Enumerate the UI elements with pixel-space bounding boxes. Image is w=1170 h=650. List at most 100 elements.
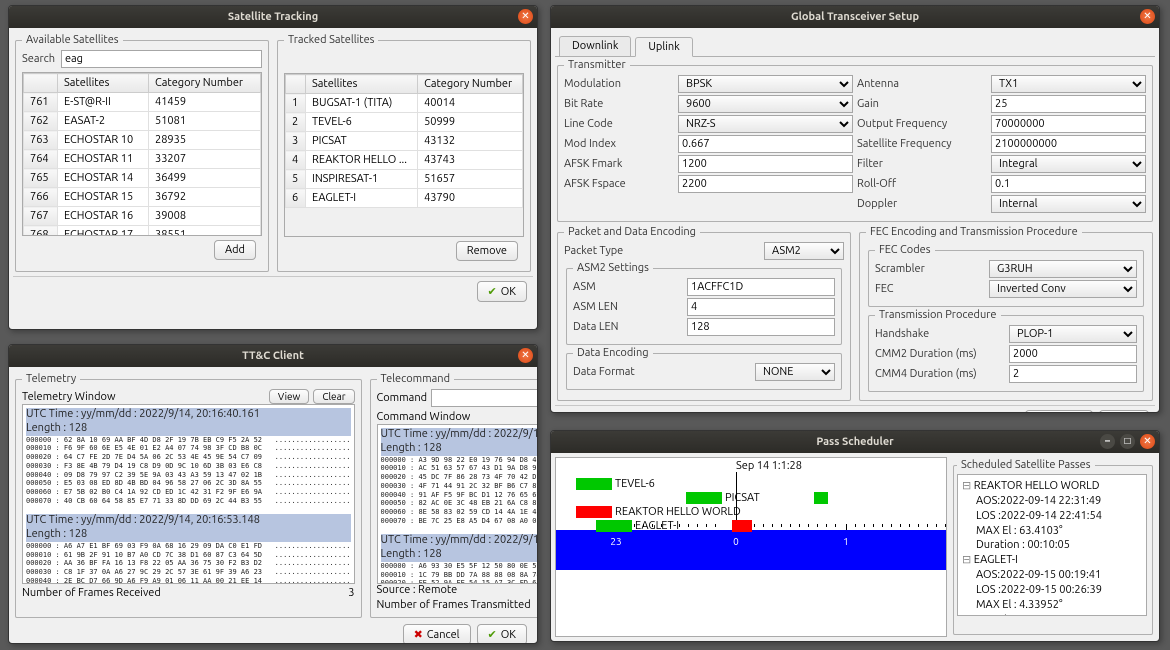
col-category[interactable]: Category Number xyxy=(149,74,261,93)
table-row[interactable]: 761E-ST@R-II41459 xyxy=(24,93,261,112)
gain-input[interactable] xyxy=(991,95,1146,113)
pass-scheduler-window: Pass Scheduler – □ ✕ Sep 14 1:1:28 23012… xyxy=(550,430,1160,642)
table-row[interactable]: 5INSPIRESAT-151657 xyxy=(286,170,523,189)
packettype-select[interactable]: ASM2 xyxy=(764,242,844,260)
table-row[interactable]: 3PICSAT43132 xyxy=(286,132,523,151)
table-row[interactable]: 767ECHOSTAR 1639008 xyxy=(24,207,261,226)
tracked-table[interactable]: Satellites Category Number 1BUGSAT-1 (TI… xyxy=(285,74,523,208)
bitrate-label: Bit Rate xyxy=(564,98,674,110)
transmitter-legend: Transmitter xyxy=(564,59,630,71)
remove-button[interactable]: Remove xyxy=(456,241,518,261)
maximize-icon[interactable]: □ xyxy=(1120,434,1135,449)
doppler-select[interactable]: Internal xyxy=(991,195,1146,213)
close-icon[interactable]: ✕ xyxy=(1140,434,1155,449)
table-row[interactable]: 2TEVEL-650999 xyxy=(286,113,523,132)
search-input[interactable] xyxy=(61,50,262,68)
table-row[interactable]: 763ECHOSTAR 1028935 xyxy=(24,131,261,150)
antenna-label: Antenna xyxy=(857,78,987,90)
filter-select[interactable]: Integral xyxy=(991,155,1146,173)
tree-node[interactable]: EAGLET-IAOS:2022-09-15 00:19:41LOS :2022… xyxy=(962,553,1142,616)
tabs: Downlink Uplink xyxy=(555,32,1155,57)
command-window-label: Command Window xyxy=(377,411,538,423)
add-button[interactable]: Add xyxy=(214,240,256,260)
table-row[interactable]: 1BUGSAT-1 (TITA)40014 xyxy=(286,94,523,113)
telemetry-clear-button[interactable]: Clear xyxy=(313,389,354,404)
table-row[interactable]: 764ECHOSTAR 1133207 xyxy=(24,150,261,169)
telemetry-group: Telemetry Telemetry Window View Clear UT… xyxy=(15,373,362,618)
telemetry-hex-view[interactable]: UTC Time : yy/mm/dd : 2022/9/14, 20:16:4… xyxy=(22,404,355,584)
cmm4-input[interactable] xyxy=(1009,365,1137,383)
close-icon[interactable]: ✕ xyxy=(1140,9,1155,24)
tree-node[interactable]: REAKTOR HELLO WORLDAOS:2022-09-14 22:31:… xyxy=(962,479,1142,553)
antenna-select[interactable]: TX1 xyxy=(991,75,1146,93)
bitrate-select[interactable]: 9600 xyxy=(678,95,853,113)
asmlen-input[interactable] xyxy=(687,298,835,316)
pass-tree[interactable]: REAKTOR HELLO WORLDAOS:2022-09-14 22:31:… xyxy=(957,474,1147,616)
transceiver-setup-window: Global Transceiver Setup ✕ Downlink Upli… xyxy=(550,5,1160,413)
packettype-label: Packet Type xyxy=(564,245,760,257)
tx-procedure-group: Transmission Procedure HandshakePLOP-1 C… xyxy=(868,309,1144,392)
fmark-input[interactable] xyxy=(678,155,853,173)
table-row[interactable]: 6EAGLET-I43790 xyxy=(286,189,523,208)
dataformat-select[interactable]: NONE xyxy=(755,363,835,381)
linecode-select[interactable]: NRZ-S xyxy=(678,115,853,133)
col-satellites[interactable]: Satellites xyxy=(306,75,418,94)
telemetry-legend: Telemetry xyxy=(22,373,80,385)
timeline-block[interactable]: TEVEL-6 xyxy=(576,478,612,490)
close-icon[interactable]: ✕ xyxy=(518,9,533,24)
ok-button[interactable]: OK xyxy=(477,624,527,644)
tree-leaf: AOS:2022-09-14 22:31:49 xyxy=(976,494,1142,509)
timeline-block[interactable]: PICSAT xyxy=(686,492,722,504)
satfreq-input[interactable] xyxy=(991,135,1146,153)
close-icon[interactable]: ✕ xyxy=(518,348,533,363)
modindex-input[interactable] xyxy=(678,135,853,153)
table-row[interactable]: 762EASAT-251081 xyxy=(24,112,261,131)
col-satellites[interactable]: Satellites xyxy=(58,74,149,93)
scrambler-select[interactable]: G3RUH xyxy=(989,260,1137,278)
timeline-date-label: Sep 14 1:1:28 xyxy=(736,460,802,472)
table-row[interactable]: 766ECHOSTAR 1536792 xyxy=(24,188,261,207)
titlebar[interactable]: Pass Scheduler – □ ✕ xyxy=(551,431,1159,453)
ttc-client-window: TT&C Client ✕ Telemetry Telemetry Window… xyxy=(8,344,538,644)
table-row[interactable]: 768ECHOSTAR 1738551 xyxy=(24,226,261,237)
fspace-input[interactable] xyxy=(678,175,853,193)
tab-downlink[interactable]: Downlink xyxy=(559,36,631,56)
minimize-icon[interactable]: – xyxy=(1100,434,1115,449)
telemetry-view-button[interactable]: View xyxy=(269,389,309,404)
window-title: TT&C Client xyxy=(242,350,304,362)
telecommand-hex-view[interactable]: UTC Time : yy/mm/dd : 2022/9/14, 20:16:5… xyxy=(377,424,538,584)
timeline[interactable]: Sep 14 1:1:28 23012 TEVEL-6PICSATREAKTOR… xyxy=(555,457,947,637)
command-input[interactable] xyxy=(431,389,538,407)
window-title: Satellite Tracking xyxy=(228,11,318,23)
outfreq-input[interactable] xyxy=(991,115,1146,133)
handshake-select[interactable]: PLOP-1 xyxy=(1009,325,1137,343)
timeline-block[interactable]: REAKTOR HELLO WORLD xyxy=(576,506,612,518)
available-table[interactable]: Satellites Category Number 761E-ST@R-II4… xyxy=(23,73,261,236)
modulation-select[interactable]: BPSK xyxy=(678,75,853,93)
table-row[interactable]: 765ECHOSTAR 1436499 xyxy=(24,169,261,188)
col-category[interactable]: Category Number xyxy=(418,75,523,94)
titlebar[interactable]: Satellite Tracking ✕ xyxy=(9,6,537,28)
tab-uplink[interactable]: Uplink xyxy=(635,37,692,57)
fmark-label: AFSK Fmark xyxy=(564,158,674,170)
tree-leaf: MAX El : 4.33952° xyxy=(976,598,1142,613)
cancel-button[interactable]: Cancel xyxy=(403,624,471,644)
datalen-label: Data LEN xyxy=(573,321,683,333)
ok-button[interactable]: OK xyxy=(477,281,527,302)
scheduled-passes-group: Scheduled Satellite Passes REAKTOR HELLO… xyxy=(953,459,1153,635)
cancel-button[interactable]: Cancel xyxy=(1025,410,1093,413)
timeline-block[interactable] xyxy=(732,520,752,532)
timeline-block[interactable] xyxy=(814,492,828,504)
tree-leaf: MAX El : 63.4103° xyxy=(976,524,1142,539)
asm-input[interactable] xyxy=(687,278,835,296)
ok-button[interactable]: OK xyxy=(1099,410,1149,413)
titlebar[interactable]: TT&C Client ✕ xyxy=(9,345,537,367)
fec-select[interactable]: Inverted Conv xyxy=(989,280,1137,298)
modulation-label: Modulation xyxy=(564,78,674,90)
datalen-input[interactable] xyxy=(687,318,835,336)
rolloff-input[interactable] xyxy=(991,175,1146,193)
cmm2-input[interactable] xyxy=(1009,345,1137,363)
table-row[interactable]: 4REAKTOR HELLO ...43743 xyxy=(286,151,523,170)
timeline-block[interactable]: EAGLET-I xyxy=(596,520,632,532)
titlebar[interactable]: Global Transceiver Setup ✕ xyxy=(551,6,1159,28)
